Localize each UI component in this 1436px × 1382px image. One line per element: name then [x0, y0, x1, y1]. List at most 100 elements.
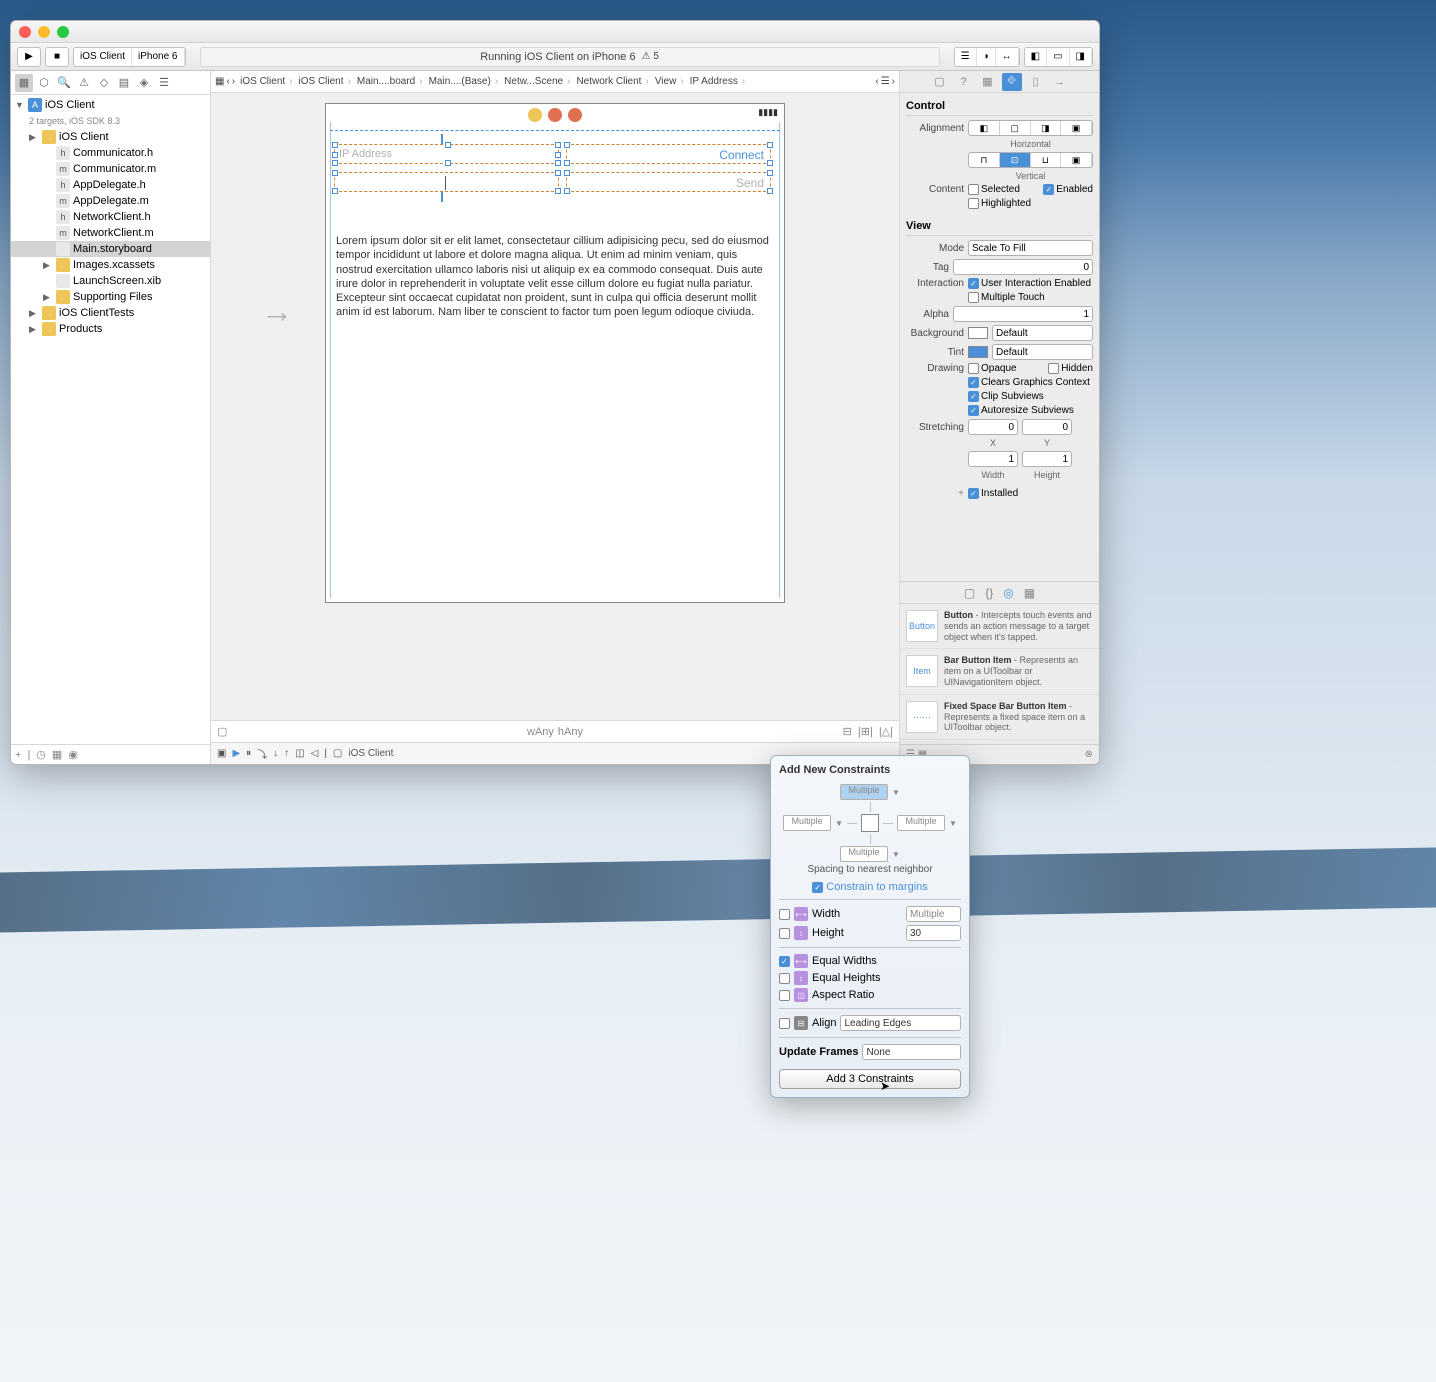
close-icon[interactable]	[19, 26, 31, 38]
bg-select[interactable]: Default	[992, 325, 1093, 341]
tree-item[interactable]: mNetworkClient.m	[11, 225, 210, 241]
file-template-library-icon[interactable]: ▢	[964, 586, 975, 600]
file-inspector-icon[interactable]: ▢	[930, 73, 950, 91]
tree-item[interactable]: ▶Products	[11, 321, 210, 337]
jump-bar-segment[interactable]: IP Address	[687, 76, 749, 87]
tag-input[interactable]	[953, 259, 1093, 275]
project-navigator-icon[interactable]: ▦	[15, 74, 33, 92]
tree-item[interactable]: LaunchScreen.xib	[11, 273, 210, 289]
installed-checkbox[interactable]: ✓	[968, 488, 979, 499]
back-icon[interactable]: ‹	[226, 76, 229, 87]
top-spacing-input[interactable]: Multiple	[840, 784, 888, 800]
scheme-selector[interactable]: iOS Client iPhone 6	[73, 47, 186, 67]
opaque-checkbox[interactable]	[968, 363, 979, 374]
navigator-tabs[interactable]: ▦ ⬡ 🔍 ⚠ ◇ ▤ ◈ ☰	[11, 71, 210, 95]
find-navigator-icon[interactable]: 🔍	[55, 74, 73, 92]
jump-bar-segment[interactable]: iOS Client	[237, 76, 295, 87]
scene-dock[interactable]	[528, 108, 582, 122]
attributes-inspector-icon[interactable]: ⟐	[1002, 73, 1022, 91]
add-icon[interactable]: +	[15, 749, 21, 761]
vc-icon[interactable]	[528, 108, 542, 122]
tint-select[interactable]: Default	[992, 344, 1093, 360]
media-library-icon[interactable]: ▦	[1024, 586, 1035, 600]
tree-item[interactable]: hAppDelegate.h	[11, 177, 210, 193]
view-controller-canvas[interactable]: ▮▮▮▮ IP Address Connect	[325, 103, 785, 603]
h-alignment-selector[interactable]: ◧▢◨▣	[968, 120, 1093, 136]
fwd-icon[interactable]: ›	[892, 76, 895, 87]
align-select[interactable]: Leading Edges	[840, 1015, 961, 1031]
first-responder-icon[interactable]	[548, 108, 562, 122]
text-view[interactable]: Lorem ipsum dolor sit er elit lamet, con…	[336, 234, 774, 320]
hide-debug-icon[interactable]: ▣	[217, 748, 226, 759]
issue-navigator-icon[interactable]: ⚠	[75, 74, 93, 92]
report-navigator-icon[interactable]: ☰	[155, 74, 173, 92]
debug-target[interactable]: iOS Client	[348, 748, 393, 759]
inspector-tabs[interactable]: ▢ ? ▦ ⟐ ▯ →	[900, 71, 1099, 93]
left-spacing-input[interactable]: Multiple	[783, 815, 831, 831]
height-checkbox[interactable]	[779, 928, 790, 939]
stop-button[interactable]: ■	[45, 47, 69, 67]
bg-color-swatch[interactable]	[968, 327, 988, 339]
size-inspector-icon[interactable]: ▯	[1026, 73, 1046, 91]
jump-bar-segment[interactable]: Netw...Scene	[501, 76, 573, 87]
hidden-checkbox[interactable]	[1048, 363, 1059, 374]
zoom-icon[interactable]	[57, 26, 69, 38]
v-alignment-selector[interactable]: ⊓⊡⊔▣	[968, 152, 1093, 168]
jump-bar-segment[interactable]: View	[652, 76, 687, 87]
utilities-toggle-icon[interactable]: ◨	[1070, 48, 1092, 66]
library-tabs[interactable]: ▢ {} ◎ ▦	[900, 582, 1099, 604]
stretch-y-input[interactable]	[1022, 419, 1072, 435]
step-in-icon[interactable]: ↓	[273, 748, 278, 759]
tree-item[interactable]: mCommunicator.m	[11, 161, 210, 177]
tint-color-swatch[interactable]	[968, 346, 988, 358]
canvas-footer[interactable]: ▢ wAny hAny ⊟ |⊞| |△|	[211, 720, 899, 742]
tree-item[interactable]: ▶Supporting Files	[11, 289, 210, 305]
resolve-icon[interactable]: |△|	[879, 725, 893, 738]
selected-checkbox[interactable]	[968, 184, 979, 195]
message-field[interactable]	[334, 172, 559, 192]
test-navigator-icon[interactable]: ◇	[95, 74, 113, 92]
version-editor-icon[interactable]: ↔	[996, 48, 1019, 66]
tree-item[interactable]: mAppDelegate.m	[11, 193, 210, 209]
filter-clear-icon[interactable]: ⊗	[1085, 749, 1093, 760]
standard-editor-icon[interactable]: ☰	[955, 48, 977, 66]
library-item[interactable]: ItemBar Button Item - Represents an item…	[900, 649, 1099, 694]
library-item[interactable]: ButtonButton - Intercepts touch events a…	[900, 604, 1099, 649]
exit-icon[interactable]	[568, 108, 582, 122]
constrain-margins-checkbox[interactable]: ✓	[812, 882, 823, 893]
uie-checkbox[interactable]: ✓	[968, 278, 979, 289]
warning-badge[interactable]: ⚠ 5	[642, 51, 659, 62]
width-checkbox[interactable]	[779, 909, 790, 920]
inspector-body[interactable]: Control Alignment ◧▢◨▣ Horizontal ⊓⊡⊔▣ V…	[900, 93, 1099, 581]
library-list[interactable]: ButtonButton - Intercepts touch events a…	[900, 604, 1099, 744]
debug-navigator-icon[interactable]: ▤	[115, 74, 133, 92]
mode-select[interactable]: Scale To Fill	[968, 240, 1093, 256]
align-checkbox[interactable]	[779, 1018, 790, 1029]
jump-bar[interactable]: ▦ ‹ › iOS ClientiOS ClientMain....boardM…	[211, 71, 899, 93]
object-library-icon[interactable]: ◎	[1003, 586, 1013, 600]
ip-address-field[interactable]: IP Address	[334, 144, 559, 164]
cs-checkbox[interactable]: ✓	[968, 391, 979, 402]
library-item[interactable]: ······Fixed Space Bar Button Item - Repr…	[900, 695, 1099, 740]
pause-icon[interactable]: ⏸	[246, 748, 251, 759]
jump-bar-segment[interactable]: Main....(Base)	[426, 76, 502, 87]
filter-recent-icon[interactable]: ◉	[68, 748, 78, 761]
navigator-toggle-icon[interactable]: ◧	[1025, 48, 1047, 66]
enabled-checkbox[interactable]: ✓	[1043, 184, 1054, 195]
jump-bar-segment[interactable]: iOS Client	[296, 76, 354, 87]
process-icon[interactable]: ▢	[333, 748, 342, 759]
jump-bar-segment[interactable]: Network Client	[573, 76, 651, 87]
bottom-spacing-input[interactable]: Multiple	[840, 846, 888, 862]
step-over-icon[interactable]: ⤵	[257, 746, 267, 761]
run-button[interactable]: ▶	[17, 47, 41, 67]
filter-clock-icon[interactable]: ◷	[36, 748, 46, 761]
tree-item[interactable]: ▶Images.xcassets	[11, 257, 210, 273]
height-value-input[interactable]: 30	[906, 925, 961, 941]
tree-item[interactable]: ▶iOS Client	[11, 129, 210, 145]
project-tree[interactable]: ▼ A iOS Client 2 targets, iOS SDK 8.3 ▶i…	[11, 95, 210, 744]
stretch-h-input[interactable]	[1022, 451, 1072, 467]
help-inspector-icon[interactable]: ?	[954, 73, 974, 91]
send-button[interactable]: Send	[566, 172, 771, 192]
breakpoints-icon[interactable]: ▶	[232, 748, 240, 759]
equal-widths-checkbox[interactable]: ✓	[779, 956, 790, 967]
